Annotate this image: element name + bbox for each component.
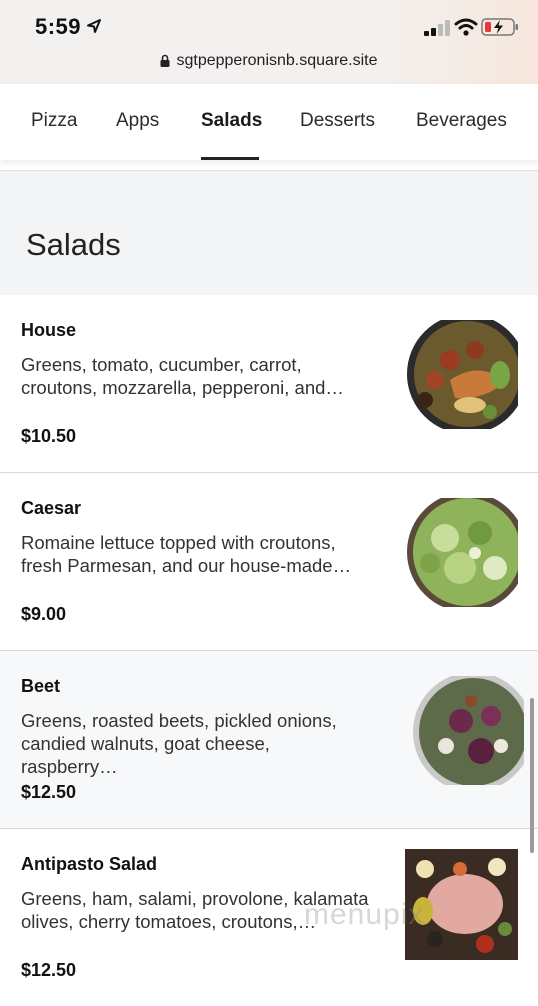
watermark: menupix: [304, 898, 425, 931]
house-salad-photo: [407, 320, 518, 429]
item-price: $9.00: [21, 604, 67, 624]
scrollbar[interactable]: [530, 698, 534, 853]
menu-item-antipasto-salad[interactable]: Antipasto Salad Greens, ham, salami, pro…: [0, 829, 538, 1006]
tab-desserts[interactable]: Desserts: [300, 110, 375, 132]
menu-item-caesar[interactable]: Caesar Romaine lettuce topped with crout…: [0, 473, 538, 651]
item-name: Antipasto Salad: [21, 854, 158, 874]
tab-beverages[interactable]: Beverages: [416, 110, 507, 132]
item-description: Greens, roasted beets, pickled onions, c…: [21, 710, 337, 777]
item-name: Beet: [21, 676, 61, 696]
site-url: sgtpepperonisnb.square.site: [176, 52, 378, 69]
lock-icon: [160, 54, 170, 68]
clock-time: 5:59: [35, 14, 82, 39]
tab-pizza[interactable]: Pizza: [31, 110, 77, 132]
cellular-signal-icon: [424, 20, 450, 36]
section-title: Salads: [26, 227, 121, 262]
tab-apps[interactable]: Apps: [116, 110, 159, 132]
section-header: Salads: [0, 170, 538, 296]
category-tabs: Pizza Apps Salads Desserts Beverages: [0, 84, 538, 160]
battery-charging-icon: [481, 18, 518, 36]
item-price: $10.50: [21, 426, 77, 446]
tab-salads[interactable]: Salads: [201, 110, 262, 132]
status-bar: 5:59 sgtpepperonisnb.square.site: [0, 0, 538, 85]
item-name: House: [21, 320, 77, 340]
item-price: $12.50: [21, 782, 77, 802]
beet-salad-photo: [413, 676, 524, 785]
item-name: Caesar: [21, 498, 82, 518]
location-arrow-icon: [87, 19, 101, 33]
wifi-icon: [454, 18, 478, 36]
item-price: $12.50: [21, 960, 77, 980]
active-tab-indicator: [201, 157, 259, 160]
address-bar[interactable]: sgtpepperonisnb.square.site: [0, 52, 538, 70]
item-description: Greens, tomato, cucumber, carrot, crouto…: [21, 354, 344, 398]
item-description: Romaine lettuce topped with croutons, fr…: [21, 532, 352, 576]
caesar-salad-photo: [407, 498, 518, 607]
menu-item-house[interactable]: House Greens, tomato, cucumber, carrot, …: [0, 295, 538, 473]
menu-item-beet[interactable]: Beet Greens, roasted beets, pickled onio…: [0, 651, 538, 829]
